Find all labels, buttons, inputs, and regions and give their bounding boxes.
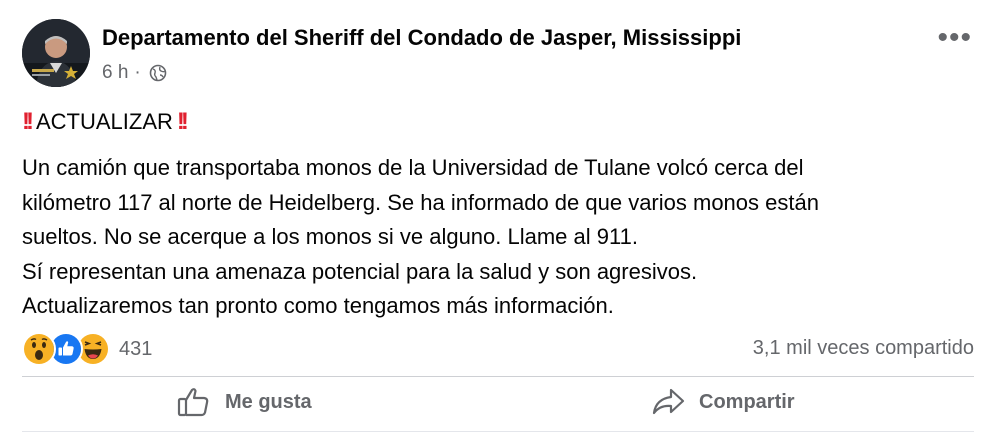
divider: [22, 431, 974, 432]
headline-text: ACTUALIZAR: [35, 109, 173, 134]
more-options-button[interactable]: •••: [937, 23, 972, 53]
double-exclamation-icon: !!: [22, 108, 34, 135]
reactions-summary[interactable]: 431: [22, 332, 152, 366]
share-button[interactable]: Compartir: [651, 382, 795, 422]
post-body-line: sueltos. No se acerque a los monos si ve…: [22, 224, 638, 249]
reaction-count[interactable]: 431: [119, 338, 152, 361]
thumbs-up-icon: [177, 388, 209, 417]
post-body-line: Actualizaremos tan pronto como tengamos …: [22, 293, 614, 318]
sheriff-photo-icon: [22, 19, 90, 87]
share-label: Compartir: [699, 390, 795, 413]
double-exclamation-icon: !!: [176, 108, 189, 135]
post-body: Un camión que transportaba monos de la U…: [22, 151, 972, 324]
post-body-line: kilómetro 117 al norte de Heidelberg. Se…: [22, 189, 819, 215]
post-body-line: Sí representan una amenaza potencial par…: [22, 258, 698, 284]
post-timestamp[interactable]: 6 h: [102, 62, 128, 84]
facebook-post: Departamento del Sheriff del Condado de …: [0, 0, 992, 440]
post-headline: !! ACTUALIZAR !!: [22, 108, 189, 136]
divider: [22, 376, 974, 377]
share-arrow-icon: [652, 388, 685, 415]
post-meta: 6 h ·: [102, 62, 167, 84]
meta-separator: ·: [134, 62, 141, 83]
globe-icon[interactable]: [149, 64, 167, 82]
share-count[interactable]: 3,1 mil veces compartido: [753, 337, 974, 360]
page-name-link[interactable]: Departamento del Sheriff del Condado de …: [102, 25, 741, 51]
wow-reaction-icon: [22, 332, 56, 366]
post-body-line: Un camión que transportaba monos de la U…: [22, 155, 804, 180]
like-button[interactable]: Me gusta: [177, 382, 312, 422]
like-label: Me gusta: [225, 390, 312, 413]
page-avatar[interactable]: [22, 19, 90, 87]
